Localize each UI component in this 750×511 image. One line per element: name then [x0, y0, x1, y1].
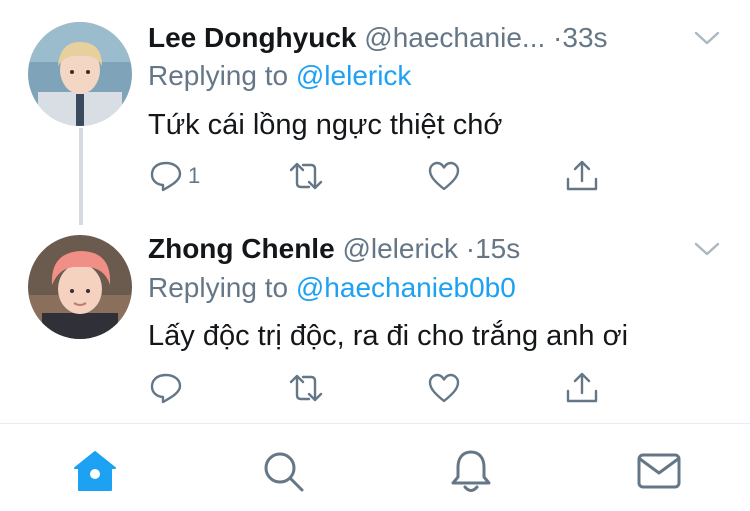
thread-connector: [79, 128, 83, 225]
tweet-actions: 1: [148, 158, 608, 198]
like-icon: [428, 373, 460, 403]
separator-dot: ·: [553, 22, 563, 53]
retweet-icon: [289, 162, 323, 190]
timestamp[interactable]: 33s: [562, 22, 607, 53]
retweet-button[interactable]: [286, 370, 326, 406]
retweet-icon: [289, 374, 323, 402]
chevron-down-icon[interactable]: [694, 241, 720, 257]
separator-dot: ·: [465, 233, 476, 264]
mention-link[interactable]: @lelerick: [296, 60, 412, 91]
notifications-icon: [451, 450, 491, 492]
like-button[interactable]: [426, 370, 462, 406]
avatar[interactable]: [28, 22, 132, 126]
like-button[interactable]: [426, 158, 462, 194]
reply-icon: [150, 373, 182, 404]
tweet-actions: [148, 370, 608, 410]
replying-to: Replying to @lelerick: [148, 60, 411, 92]
replying-prefix: Replying to: [148, 272, 289, 303]
share-button[interactable]: [564, 158, 600, 194]
timestamp[interactable]: 15s: [475, 233, 520, 264]
bottom-tab-bar: [0, 424, 750, 511]
share-button[interactable]: [564, 370, 600, 406]
tab-home[interactable]: [70, 446, 120, 496]
tab-messages[interactable]: [634, 446, 684, 496]
tweet-header: Lee Donghyuck @haechanie... ·33s: [148, 22, 608, 54]
tab-notifications[interactable]: [446, 446, 496, 496]
tab-search[interactable]: [258, 446, 308, 496]
user-handle[interactable]: @lelerick: [342, 233, 458, 264]
display-name[interactable]: Zhong Chenle: [148, 233, 335, 264]
messages-icon: [637, 453, 681, 489]
tweet-text: Tứk cái lồng ngực thiệt chớ: [148, 109, 503, 141]
mention-link[interactable]: @haechanieb0b0: [296, 272, 516, 303]
avatar[interactable]: [28, 235, 132, 339]
reply-button[interactable]: [148, 370, 188, 406]
reply-count: 1: [188, 163, 201, 188]
share-icon: [566, 160, 598, 191]
share-icon: [566, 372, 598, 403]
chevron-down-icon[interactable]: [694, 30, 720, 46]
search-icon: [264, 452, 304, 492]
retweet-button[interactable]: [286, 158, 326, 194]
tweet-header: Zhong Chenle @lelerick ·15s: [148, 233, 520, 265]
replying-to: Replying to @haechanieb0b0: [148, 272, 516, 304]
display-name[interactable]: Lee Donghyuck: [148, 22, 356, 53]
tweet-2[interactable]: Zhong Chenle @lelerick ·15s Replying to …: [0, 215, 750, 420]
user-handle[interactable]: @haechanie...: [364, 22, 545, 53]
replying-prefix: Replying to: [148, 60, 289, 91]
home-icon: [74, 451, 116, 491]
reply-button[interactable]: 1: [148, 158, 200, 194]
like-icon: [428, 161, 460, 191]
tweet-1[interactable]: Lee Donghyuck @haechanie... ·33s Replyin…: [0, 0, 750, 225]
tweet-text: Lấy độc trị độc, ra đi cho trắng anh ơi: [148, 320, 629, 352]
reply-icon: [150, 161, 182, 192]
